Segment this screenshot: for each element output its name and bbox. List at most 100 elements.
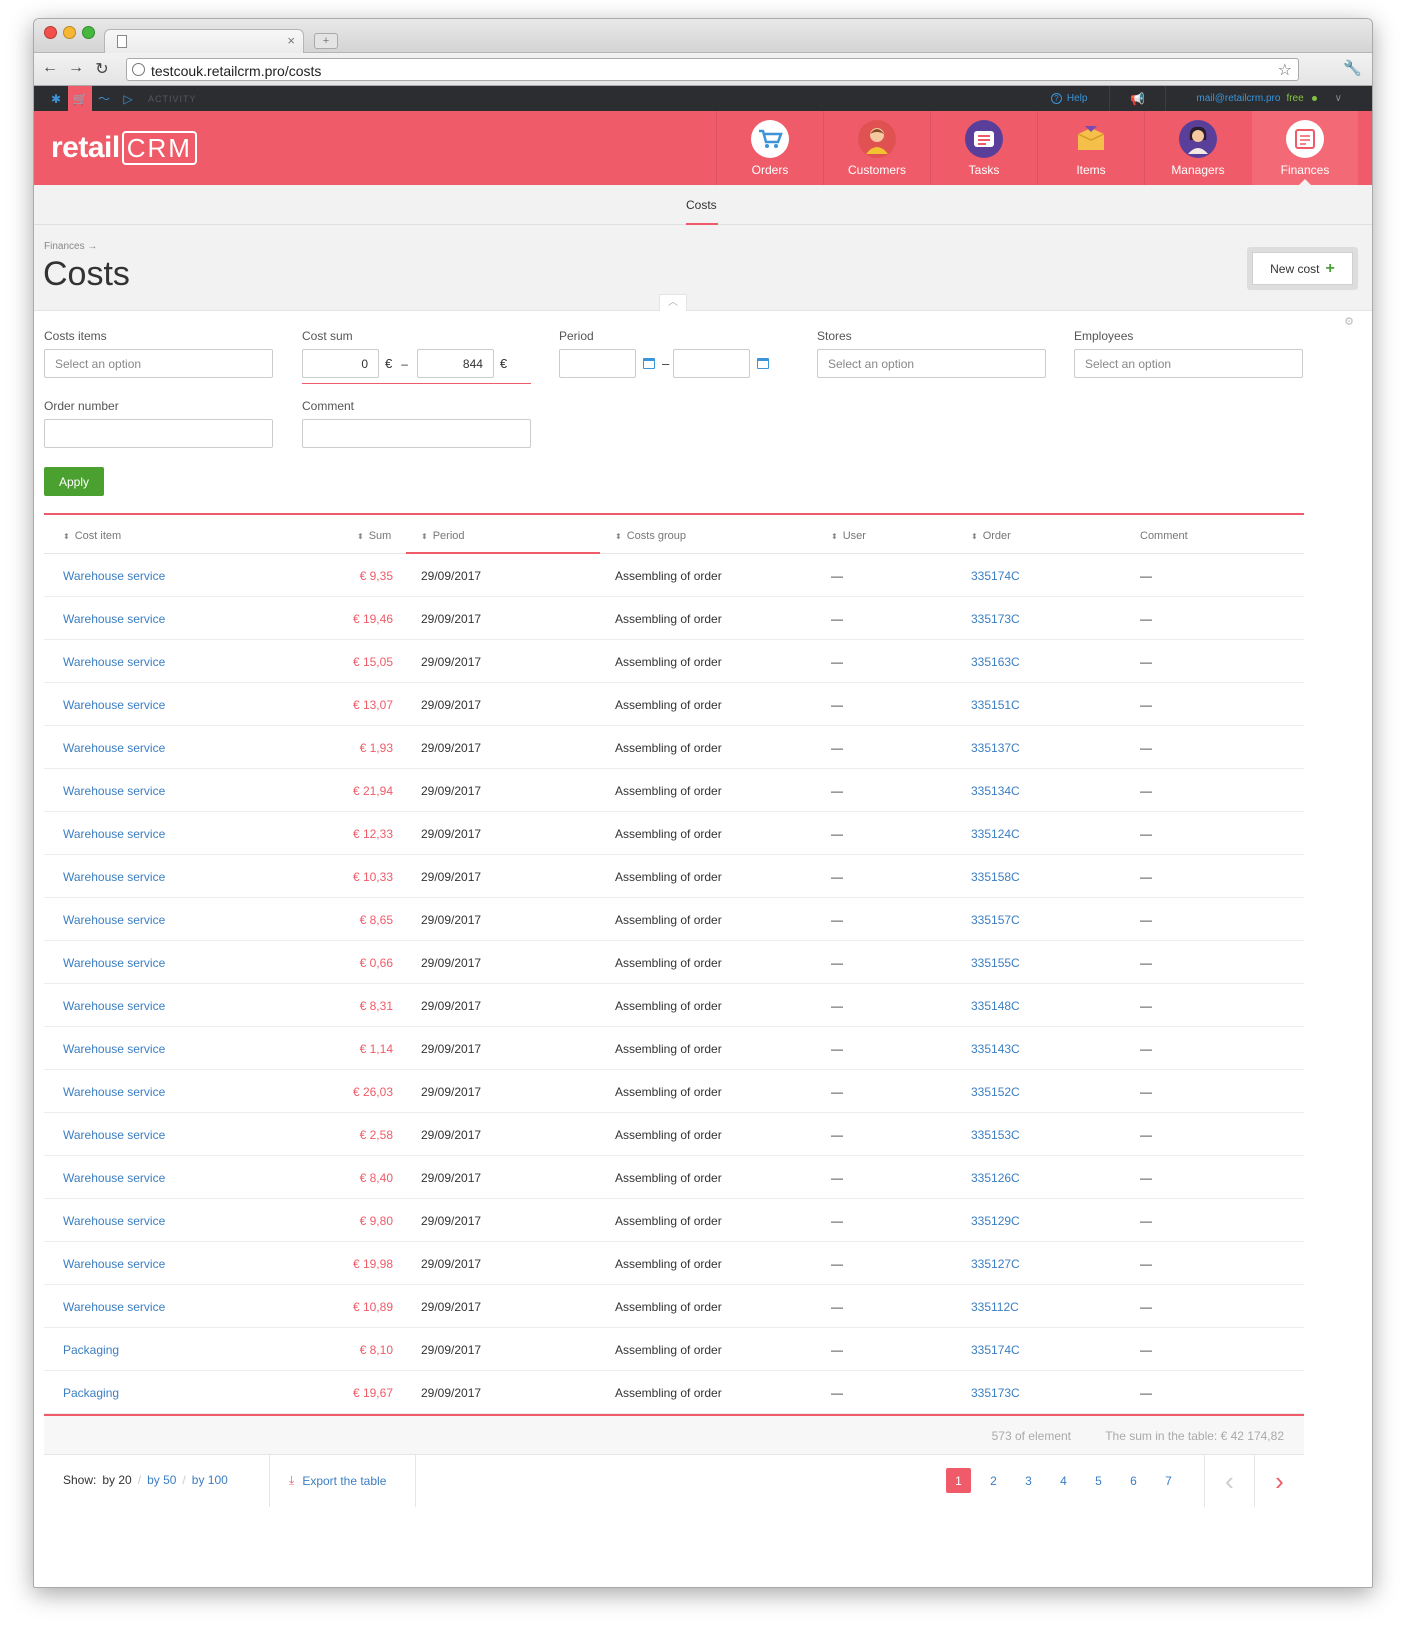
col-costs-group[interactable]: ⬍ Costs group	[615, 530, 686, 542]
cost-item-link[interactable]: Warehouse service	[63, 655, 165, 669]
cost-item-link[interactable]: Warehouse service	[63, 569, 165, 583]
bookmark-star-icon[interactable]: ☆	[1278, 60, 1292, 80]
nav-orders[interactable]: Orders	[716, 111, 823, 185]
table-row[interactable]: Warehouse service € 2,58 29/09/2017 Assembl…	[44, 1113, 1304, 1156]
page-3-button[interactable]: 3	[1016, 1468, 1041, 1493]
tab-costs[interactable]: Costs	[686, 198, 717, 212]
page-2-button[interactable]: 2	[981, 1468, 1006, 1493]
wrench-icon[interactable]: 🔧	[1343, 59, 1362, 77]
chevron-down-icon[interactable]: ∨	[1335, 93, 1342, 104]
cost-item-link[interactable]: Warehouse service	[63, 827, 165, 841]
table-row[interactable]: Warehouse service € 8,65 29/09/2017 Assembl…	[44, 898, 1304, 941]
order-link[interactable]: 335153C	[971, 1128, 1020, 1142]
per-page-50[interactable]: by 50	[147, 1473, 176, 1487]
cost-item-link[interactable]: Warehouse service	[63, 1257, 165, 1271]
order-link[interactable]: 335112C	[971, 1300, 1019, 1314]
order-link[interactable]: 335127C	[971, 1257, 1020, 1271]
nav-managers[interactable]: Managers	[1144, 111, 1251, 185]
table-row[interactable]: Warehouse service € 13,07 29/09/2017 Assemb…	[44, 683, 1304, 726]
table-row[interactable]: Warehouse service € 12,33 29/09/2017 Assemb…	[44, 812, 1304, 855]
activity-label[interactable]: ACTIVITY	[148, 94, 197, 104]
table-row[interactable]: Warehouse service € 0,66 29/09/2017 Assembl…	[44, 941, 1304, 984]
order-link[interactable]: 335126C	[971, 1171, 1020, 1185]
cost-item-link[interactable]: Warehouse service	[63, 870, 165, 884]
col-sum[interactable]: ⬍ Sum	[357, 530, 391, 542]
page-1-button[interactable]: 1	[946, 1468, 971, 1493]
table-row[interactable]: Warehouse service € 21,94 29/09/2017 Assemb…	[44, 769, 1304, 812]
zoom-window-button[interactable]	[82, 26, 95, 39]
table-row[interactable]: Warehouse service € 1,93 29/09/2017 Assembl…	[44, 726, 1304, 769]
cost-item-link[interactable]: Warehouse service	[63, 612, 165, 626]
cost-item-link[interactable]: Warehouse service	[63, 913, 165, 927]
nav-items[interactable]: Items	[1037, 111, 1144, 185]
per-page-20[interactable]: by 20	[102, 1473, 131, 1487]
cost-item-link[interactable]: Warehouse service	[63, 999, 165, 1013]
col-user[interactable]: ⬍ User	[831, 530, 866, 542]
chart-icon[interactable]: 〜	[92, 86, 116, 111]
cart-icon[interactable]: 🛒	[68, 86, 92, 111]
cost-item-link[interactable]: Warehouse service	[63, 1171, 165, 1185]
order-link[interactable]: 335157C	[971, 913, 1020, 927]
nav-finances[interactable]: Finances	[1251, 111, 1358, 185]
col-period[interactable]: ⬍ Period	[421, 530, 465, 542]
nav-customers[interactable]: Customers	[823, 111, 930, 185]
cost-item-link[interactable]: Warehouse service	[63, 1300, 165, 1314]
employees-select[interactable]: Select an option	[1074, 349, 1303, 378]
forward-icon[interactable]: →	[66, 59, 86, 77]
cost-item-link[interactable]: Warehouse service	[63, 1085, 165, 1099]
cost-item-link[interactable]: Warehouse service	[63, 1128, 165, 1142]
apply-button[interactable]: Apply	[44, 467, 104, 496]
nav-tasks[interactable]: Tasks	[930, 111, 1037, 185]
table-row[interactable]: Warehouse service € 1,14 29/09/2017 Assembl…	[44, 1027, 1304, 1070]
user-email[interactable]: mail@retailcrm.pro	[1166, 93, 1280, 104]
url-text[interactable]: testcouk.retailcrm.pro/costs	[151, 63, 321, 79]
costs-items-select[interactable]: Select an option	[44, 349, 273, 378]
order-link[interactable]: 335137C	[971, 741, 1020, 755]
table-row[interactable]: Warehouse service € 9,80 29/09/2017 Assembl…	[44, 1199, 1304, 1242]
order-link[interactable]: 335151C	[971, 698, 1020, 712]
prev-page-chevron-icon[interactable]: ‹	[1204, 1455, 1254, 1507]
table-row[interactable]: Warehouse service € 19,98 29/09/2017 Assemb…	[44, 1242, 1304, 1285]
order-link[interactable]: 335173C	[971, 612, 1020, 626]
table-row[interactable]: Warehouse service € 19,46 29/09/2017 Assemb…	[44, 597, 1304, 640]
order-link[interactable]: 335129C	[971, 1214, 1020, 1228]
cost-item-link[interactable]: Warehouse service	[63, 956, 165, 970]
cost-sum-from-input[interactable]	[302, 349, 379, 378]
order-number-input[interactable]	[44, 419, 273, 448]
export-table-link[interactable]: ⤓ Export the table	[289, 1473, 386, 1488]
help-link[interactable]: ? Help	[1029, 86, 1111, 111]
gear-icon[interactable]: ✱	[44, 86, 68, 111]
order-link[interactable]: 335158C	[971, 870, 1020, 884]
address-bar[interactable]: testcouk.retailcrm.pro/costs ☆	[126, 58, 1299, 81]
per-page-100[interactable]: by 100	[192, 1473, 228, 1487]
order-link[interactable]: 335174C	[971, 569, 1020, 583]
page-4-button[interactable]: 4	[1051, 1468, 1076, 1493]
breadcrumb[interactable]: Finances →	[44, 241, 97, 252]
order-link[interactable]: 335174C	[971, 1343, 1020, 1357]
cost-item-link[interactable]: Warehouse service	[63, 784, 165, 798]
order-link[interactable]: 335155C	[971, 956, 1020, 970]
page-6-button[interactable]: 6	[1121, 1468, 1146, 1493]
play-icon[interactable]: ▷	[116, 86, 140, 111]
period-from-input[interactable]	[559, 349, 636, 378]
reload-icon[interactable]: ↻	[92, 59, 112, 79]
comment-input[interactable]	[302, 419, 531, 448]
order-link[interactable]: 335163C	[971, 655, 1020, 669]
calendar-icon[interactable]	[643, 358, 655, 369]
order-link[interactable]: 335173C	[971, 1386, 1020, 1400]
col-cost-item[interactable]: ⬍ Cost item	[63, 530, 121, 542]
retailcrm-logo[interactable]: retail CRM	[51, 131, 197, 165]
order-link[interactable]: 335152C	[971, 1085, 1020, 1099]
cost-item-link[interactable]: Warehouse service	[63, 1042, 165, 1056]
new-cost-button[interactable]: New cost +	[1252, 252, 1353, 285]
stores-select[interactable]: Select an option	[817, 349, 1046, 378]
page-7-button[interactable]: 7	[1156, 1468, 1181, 1493]
col-order[interactable]: ⬍ Order	[971, 530, 1011, 542]
table-row[interactable]: Warehouse service € 15,05 29/09/2017 Assemb…	[44, 640, 1304, 683]
page-5-button[interactable]: 5	[1086, 1468, 1111, 1493]
close-window-button[interactable]	[44, 26, 57, 39]
minimize-window-button[interactable]	[63, 26, 76, 39]
cost-item-link[interactable]: Packaging	[63, 1386, 119, 1400]
cost-sum-to-input[interactable]	[416, 349, 494, 378]
filter-settings-gear-icon[interactable]: ⚙	[1344, 315, 1354, 328]
